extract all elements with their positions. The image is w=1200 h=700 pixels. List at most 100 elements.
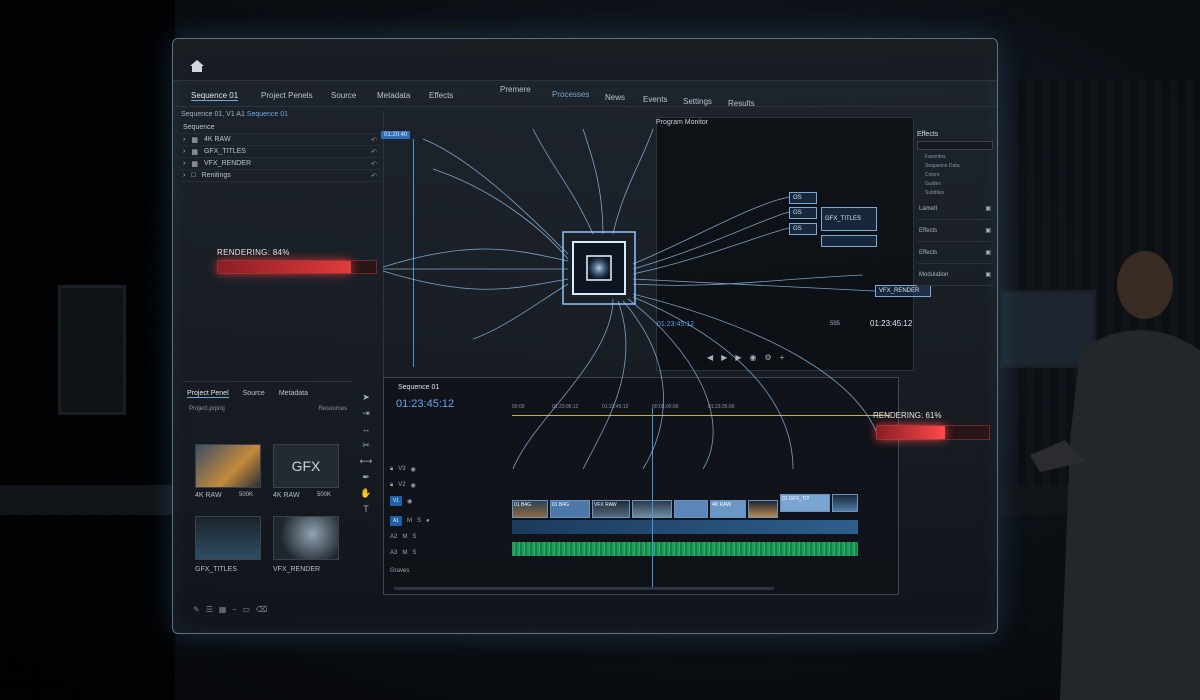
list-icon[interactable]: ☰ bbox=[206, 605, 219, 614]
solo-icon[interactable]: S bbox=[412, 550, 416, 556]
workspace-tab[interactable]: Events bbox=[643, 95, 667, 104]
mute-icon[interactable]: M bbox=[402, 534, 407, 540]
clip-thumbnail[interactable] bbox=[195, 516, 261, 560]
tree-item[interactable]: › ▦ 4K RAW ↶ bbox=[181, 134, 381, 146]
effects-row[interactable]: Modulation ▣ bbox=[917, 264, 993, 286]
razor-tool-icon[interactable]: ✂ bbox=[359, 437, 373, 453]
track-header[interactable]: 🔒︎ V3 ◉ bbox=[390, 462, 500, 476]
effects-row[interactable]: Lamett ▣ bbox=[917, 198, 993, 220]
timeline-playhead[interactable] bbox=[652, 408, 653, 588]
tree-item[interactable]: › □ Renitings ↶ bbox=[181, 170, 381, 182]
grid-icon[interactable]: ▦ bbox=[219, 605, 233, 614]
track-header[interactable]: A2 M S bbox=[390, 530, 500, 544]
tab-project-panel[interactable]: Project Penel bbox=[187, 390, 229, 398]
timeline-scrollbar[interactable] bbox=[394, 587, 774, 590]
source-playhead[interactable] bbox=[413, 139, 414, 367]
hand-tool-icon[interactable]: ✋ bbox=[359, 485, 373, 501]
playhead-marker[interactable]: 01:20:40 bbox=[381, 131, 411, 139]
undo-icon[interactable]: ↶ bbox=[371, 172, 381, 180]
solo-icon[interactable]: S bbox=[412, 534, 416, 540]
video-clip[interactable] bbox=[674, 500, 708, 518]
workspace-tab[interactable]: Results bbox=[728, 99, 755, 108]
ripple-edit-icon[interactable]: ↔ bbox=[359, 421, 373, 437]
track-select-icon[interactable]: ⇥ bbox=[359, 405, 373, 421]
type-tool-icon[interactable]: T bbox=[359, 501, 373, 517]
step-forward-icon[interactable]: ▶ bbox=[735, 353, 749, 362]
track-header[interactable]: V1 ◉ bbox=[390, 494, 500, 508]
lock-icon[interactable]: 🔒︎ bbox=[390, 482, 393, 489]
tab-source[interactable]: Source bbox=[243, 390, 265, 398]
tree-item[interactable]: Guides bbox=[925, 180, 993, 189]
video-clip[interactable]: VFX RAW bbox=[592, 500, 630, 518]
track-target[interactable]: A1 bbox=[390, 516, 402, 526]
node-box[interactable]: GS bbox=[789, 223, 817, 235]
close-icon[interactable]: ▣ bbox=[985, 249, 991, 256]
lock-icon[interactable]: 🔒︎ bbox=[390, 466, 393, 473]
video-clip[interactable]: 4K RAW bbox=[710, 500, 746, 518]
track-header[interactable]: A1 M S ● bbox=[390, 514, 500, 528]
tree-item[interactable]: Colors bbox=[925, 171, 993, 180]
video-clip[interactable]: 01 B4G bbox=[512, 500, 548, 518]
tree-item[interactable]: › ▦ VFX_RENDER ↶ bbox=[181, 158, 381, 170]
mute-icon[interactable]: M bbox=[407, 518, 412, 524]
mute-icon[interactable]: M bbox=[402, 550, 407, 556]
add-icon[interactable]: + bbox=[780, 353, 793, 362]
tab-sequence[interactable]: Sequence 01 bbox=[191, 91, 239, 101]
video-clip[interactable]: 01 B4G bbox=[550, 500, 590, 518]
node-gfx-titles[interactable]: GFX_TITLES bbox=[821, 207, 877, 231]
tab-project[interactable]: Project Penels bbox=[261, 91, 313, 100]
gfx-thumbnail[interactable]: GFX bbox=[273, 444, 339, 488]
mic-icon[interactable]: ● bbox=[426, 518, 430, 524]
trash-icon[interactable]: ⌫ bbox=[256, 605, 273, 614]
video-clip[interactable] bbox=[748, 500, 778, 518]
effects-row[interactable]: Effects ▣ bbox=[917, 220, 993, 242]
track-header[interactable]: 🔒︎ V2 ◉ bbox=[390, 478, 500, 492]
audio-clip[interactable] bbox=[512, 542, 858, 556]
tab-metadata[interactable]: Metadata bbox=[377, 91, 410, 100]
undo-icon[interactable]: ↶ bbox=[371, 160, 381, 168]
close-icon[interactable]: ▣ bbox=[985, 271, 991, 278]
eye-icon[interactable]: ◉ bbox=[411, 466, 416, 473]
tree-item[interactable]: Favorites bbox=[925, 153, 993, 162]
selection-tool-icon[interactable]: ➤ bbox=[359, 389, 373, 405]
step-back-icon[interactable]: ◀ bbox=[707, 353, 721, 362]
tree-item[interactable]: Subtitles bbox=[925, 189, 993, 198]
solo-icon[interactable]: S bbox=[417, 518, 421, 524]
timeline-timecode[interactable]: 01:23:45:12 bbox=[396, 398, 454, 410]
audio-clip[interactable] bbox=[512, 520, 858, 534]
pencil-icon[interactable]: ✎ bbox=[193, 605, 206, 614]
timeline-ruler[interactable]: 00:00 01:23:05:12 01:23:45:12 00:05:00:0… bbox=[512, 404, 890, 416]
source-viewer[interactable] bbox=[383, 111, 653, 379]
slider-icon[interactable]: ⎯ bbox=[232, 605, 242, 614]
tab-source[interactable]: Source bbox=[331, 91, 356, 100]
node-box[interactable] bbox=[821, 235, 877, 247]
workspace-tab-active[interactable]: Processes bbox=[552, 90, 589, 99]
settings-icon[interactable]: ⚙ bbox=[764, 353, 779, 362]
clip-thumbnail[interactable] bbox=[273, 516, 339, 560]
node-box[interactable]: GS bbox=[789, 207, 817, 219]
undo-icon[interactable]: ↶ bbox=[371, 148, 381, 156]
tree-item[interactable]: Sequence Data bbox=[925, 162, 993, 171]
program-zoom[interactable]: 595 bbox=[830, 321, 840, 327]
tab-metadata[interactable]: Metadata bbox=[279, 390, 308, 398]
eye-icon[interactable]: ◉ bbox=[411, 482, 416, 489]
tab-effects[interactable]: Effects bbox=[429, 91, 453, 100]
video-clip[interactable]: 01 GFX_TIT bbox=[780, 494, 830, 512]
effects-row[interactable]: Effects ▣ bbox=[917, 242, 993, 264]
tree-item[interactable]: › ▦ GFX_TITLES ↶ bbox=[181, 146, 381, 158]
folder-icon[interactable]: ▭ bbox=[242, 605, 256, 614]
close-icon[interactable]: ▣ bbox=[985, 205, 991, 212]
workspace-tab[interactable]: News bbox=[605, 93, 625, 102]
slip-tool-icon[interactable]: ⟷ bbox=[359, 453, 373, 469]
workspace-tab[interactable]: Settings bbox=[683, 97, 712, 106]
track-target[interactable]: V1 bbox=[390, 496, 402, 506]
close-icon[interactable]: ▣ bbox=[985, 227, 991, 234]
undo-icon[interactable]: ↶ bbox=[371, 136, 381, 144]
play-icon[interactable]: ▶ bbox=[721, 353, 735, 362]
video-clip[interactable] bbox=[832, 494, 858, 512]
workspace-tab[interactable]: Premere bbox=[500, 85, 531, 94]
node-box[interactable]: GS bbox=[789, 192, 817, 204]
home-icon[interactable] bbox=[189, 59, 205, 73]
pen-tool-icon[interactable]: ✒ bbox=[359, 469, 373, 485]
track-header-master[interactable]: Graves bbox=[390, 564, 500, 578]
